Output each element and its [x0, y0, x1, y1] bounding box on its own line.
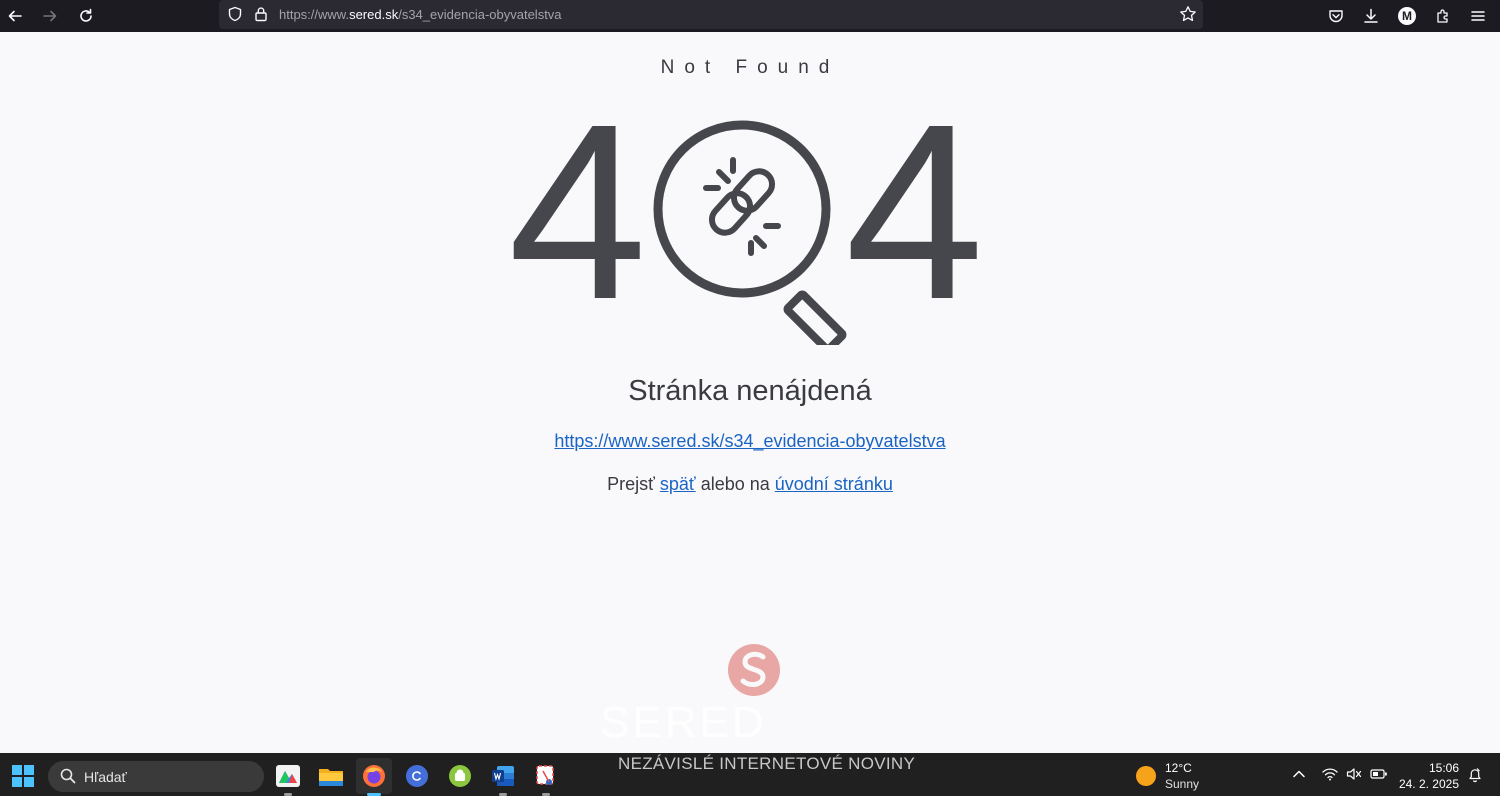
forward-arrow-icon — [43, 10, 57, 22]
taskbar-app-firefox[interactable] — [356, 758, 392, 796]
weather-condition[interactable]: Sunny — [1165, 777, 1199, 791]
word-icon — [492, 766, 514, 786]
back-arrow-icon — [8, 10, 22, 22]
search-icon — [60, 768, 76, 784]
taskbar-app-maps[interactable] — [270, 758, 306, 796]
back-button[interactable] — [3, 4, 27, 28]
home-link[interactable]: úvodní stránku — [775, 474, 893, 494]
firefox-icon — [363, 765, 385, 787]
back-link[interactable]: späť — [660, 474, 696, 494]
url-host: https://www. — [279, 7, 350, 22]
star-icon[interactable] — [1179, 5, 1197, 23]
error-page: Not Found 4 4 Stránka nenájdená https://… — [0, 35, 1500, 753]
pocket-icon — [1329, 10, 1343, 23]
navigation-hint: Prejsť späť alebo na úvodní stránku — [0, 474, 1500, 495]
nav-prefix: Prejsť — [607, 474, 660, 494]
broken-link-magnifier-icon — [653, 120, 847, 345]
sered-logo-wordmark: SERED — [600, 698, 767, 747]
windows-taskbar: Hľadať NEZÁVISLÉ INTERNETOVÉ NOVINY 12°C… — [0, 753, 1500, 796]
browser-toolbar: https://www.sered.sk/s34_evidencia-obyva… — [0, 0, 1500, 32]
sered-logo — [728, 644, 780, 696]
taskbar-app-explorer[interactable] — [313, 758, 349, 794]
requested-url-line: https://www.sered.sk/s34_evidencia-obyva… — [0, 431, 1500, 452]
pocket-button[interactable] — [1324, 4, 1348, 28]
reload-button[interactable] — [74, 4, 98, 28]
chevron-up-icon[interactable] — [1292, 767, 1306, 781]
taskbar-app-word[interactable] — [485, 758, 521, 796]
not-found-label: Not Found — [660, 57, 840, 78]
sun-weather-icon[interactable] — [1136, 766, 1156, 786]
error-digit-left: 4 — [508, 115, 647, 345]
profile-avatar: M — [1398, 7, 1416, 25]
battery-icon[interactable] — [1370, 767, 1388, 781]
url-path: /s34_evidencia-obyvatelstva — [398, 7, 562, 22]
taskbar-app-canva[interactable] — [399, 758, 435, 794]
forward-button[interactable] — [38, 4, 62, 28]
nav-middle: alebo na — [695, 474, 775, 494]
volume-muted-icon[interactable] — [1346, 767, 1362, 781]
clock-date[interactable]: 24. 2. 2025 — [1399, 777, 1459, 791]
extensions-icon — [1437, 9, 1448, 23]
downloads-button[interactable] — [1359, 4, 1383, 28]
app-menu-button[interactable] — [1466, 4, 1490, 28]
menu-icon — [1471, 11, 1485, 21]
reload-icon — [80, 8, 92, 22]
taskbar-app-snipping[interactable] — [528, 758, 564, 796]
account-button[interactable]: M — [1395, 4, 1419, 28]
download-icon — [1364, 8, 1378, 23]
url-text[interactable]: https://www.sered.sk/s34_evidencia-obyva… — [279, 7, 562, 22]
maps-app-icon — [276, 765, 300, 787]
requested-url-link[interactable]: https://www.sered.sk/s34_evidencia-obyva… — [554, 431, 945, 451]
search-label: Hľadať — [84, 769, 127, 785]
clock-time[interactable]: 15:06 — [1429, 761, 1459, 775]
lock-icon[interactable] — [254, 6, 268, 22]
shield-icon[interactable] — [227, 6, 243, 22]
url-domain: sered.sk — [349, 7, 399, 22]
snipping-tool-icon — [536, 765, 554, 785]
taskbar-search[interactable]: Hľadať — [48, 761, 264, 792]
wifi-icon[interactable] — [1322, 767, 1338, 781]
extensions-button[interactable] — [1431, 4, 1455, 28]
address-bar[interactable]: https://www.sered.sk/s34_evidencia-obyva… — [219, 0, 1203, 29]
weather-temperature[interactable]: 12°C — [1165, 761, 1192, 775]
android-app-icon — [449, 765, 471, 787]
taskbar-app-android[interactable] — [442, 758, 478, 794]
page-heading: Stránka nenájdená — [628, 375, 872, 407]
news-banner-text: NEZÁVISLÉ INTERNETOVÉ NOVINY — [618, 754, 916, 773]
start-button[interactable] — [12, 765, 34, 787]
error-digit-right: 4 — [845, 115, 984, 345]
error-404-graphic: 4 4 — [508, 115, 984, 345]
file-explorer-icon — [319, 769, 343, 786]
canva-icon — [406, 765, 428, 787]
notification-bell-icon[interactable] — [1467, 767, 1483, 783]
